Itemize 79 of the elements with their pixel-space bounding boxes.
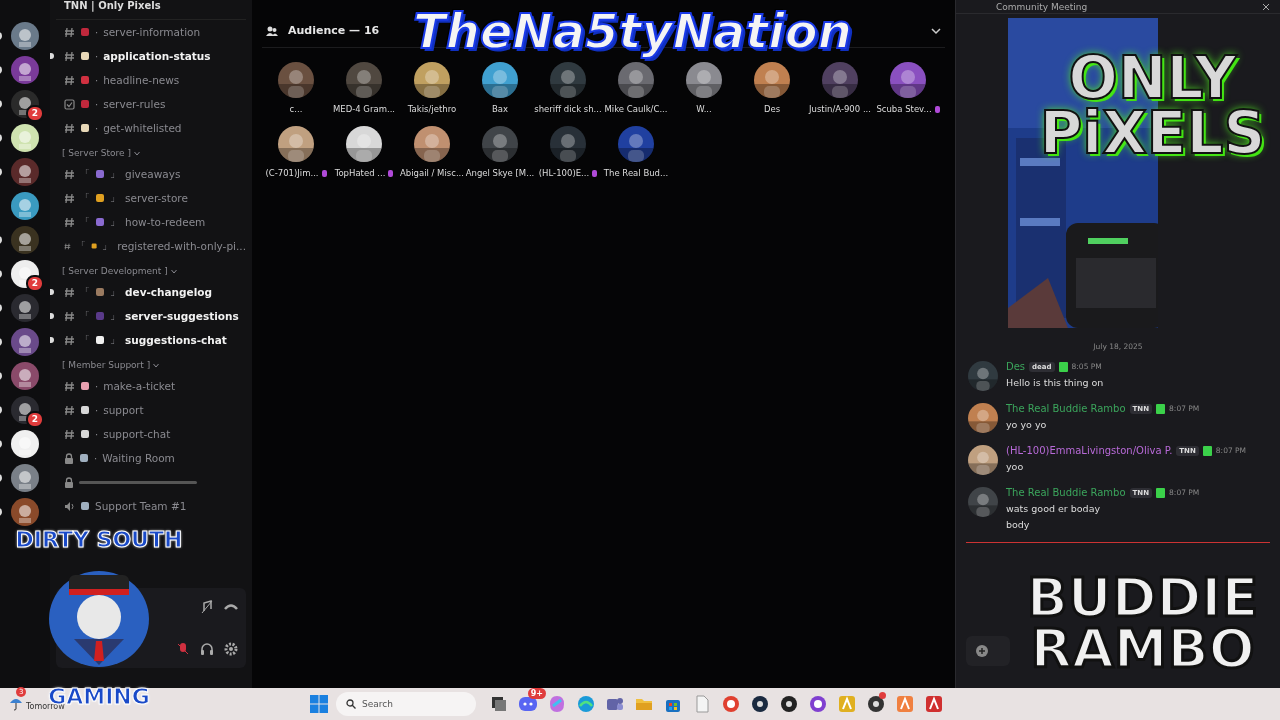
channel-name[interactable]: giveaways <box>125 168 181 180</box>
logo: BUDDIE RAMBO <box>1025 564 1260 682</box>
search-field[interactable]: Search <box>336 692 476 716</box>
category-label[interactable]: [ Server Development ] <box>62 266 168 276</box>
weather-text: Tomorrow <box>26 702 65 711</box>
member-name[interactable]: Justin/A-900 ... <box>809 104 871 114</box>
member-name[interactable]: Takis/jethro <box>407 104 457 114</box>
separator-dot: · <box>95 50 99 62</box>
bracket: 「 <box>80 333 90 347</box>
notification-badge: 9+ <box>527 688 546 699</box>
username[interactable]: The Real Buddie Rambo <box>1006 487 1126 498</box>
separator-dot: · <box>95 98 99 110</box>
member-name[interactable]: MED-4 Gram... <box>332 104 396 114</box>
channel-name[interactable]: support <box>103 404 144 416</box>
category-label[interactable]: [ Member Support ] <box>62 360 151 370</box>
bracket: 「 <box>80 167 90 181</box>
channel-name[interactable]: how-to-redeem <box>125 216 206 228</box>
channel-name[interactable]: get-whitelisted <box>103 122 182 134</box>
category-label[interactable]: [ Server Store ] <box>62 148 131 158</box>
bracket: 」 <box>110 285 120 299</box>
logo: TheNa5tyNation <box>412 4 853 60</box>
message-text: wats good er boday <box>1006 502 1102 514</box>
separator-dot: · <box>95 122 99 134</box>
member-name[interactable]: Bax <box>491 104 509 114</box>
bracket: 「 <box>80 215 90 229</box>
section-title: Audience — 16 <box>288 24 380 37</box>
separator-dot: · <box>95 404 99 416</box>
member-name[interactable]: The Real Bud... <box>603 168 669 178</box>
bracket: 」 <box>102 239 113 253</box>
message-text: Hello is this thing on <box>1006 376 1104 388</box>
member-name[interactable]: Angel Skye [M... <box>465 168 535 178</box>
bracket: 」 <box>110 333 120 347</box>
channel-name[interactable]: registered-with-only-pi... <box>117 240 246 252</box>
bracket: 「 <box>75 239 86 253</box>
username[interactable]: Des <box>1006 361 1026 372</box>
separator-dot: · <box>95 380 99 392</box>
channel-name[interactable]: server-store <box>125 192 188 204</box>
channel-name[interactable]: application-status <box>103 50 211 62</box>
separator-dot: · <box>95 428 99 440</box>
server-name[interactable]: TNN | Only Pixels <box>56 0 246 20</box>
bracket: 」 <box>110 309 120 323</box>
member-name[interactable]: (HL-100)E... <box>538 168 598 178</box>
bracket: 「 <box>80 191 90 205</box>
channel-name[interactable]: Waiting Room <box>102 452 175 464</box>
username[interactable]: (HL-100)EmmaLivingston/Oliva P. <box>1006 445 1173 456</box>
channel-name[interactable]: suggestions-chat <box>125 334 227 346</box>
message-text: yoo <box>1006 460 1025 472</box>
channel-name[interactable]: server-information <box>103 26 201 38</box>
message-text: yo yo yo <box>1006 418 1048 430</box>
bracket: 「 <box>80 309 90 323</box>
channel-title: Community Meeting <box>996 1 1088 12</box>
notification-badge: 2 <box>25 275 44 292</box>
notification-badge: 2 <box>25 411 44 428</box>
message-text: body <box>1006 518 1031 530</box>
bracket: 」 <box>110 215 120 229</box>
member-name[interactable]: Scuba Stev... <box>876 104 940 114</box>
bracket: 」 <box>110 167 120 181</box>
member-name[interactable]: (C-701)Jim... <box>265 168 327 178</box>
member-name[interactable]: Mike Caulk/C... <box>604 104 668 114</box>
notification-badge: 2 <box>25 105 44 122</box>
member-name[interactable]: c... <box>289 104 303 114</box>
bracket: 」 <box>110 191 120 205</box>
channel-name[interactable]: support-chat <box>103 428 171 440</box>
separator-dot: · <box>95 74 99 86</box>
separator-dot: · <box>95 26 99 38</box>
member-name[interactable]: W... <box>696 104 712 114</box>
bracket: 「 <box>80 285 90 299</box>
channel-name[interactable]: make-a-ticket <box>103 380 176 392</box>
channel-name[interactable]: Support Team #1 <box>95 500 187 512</box>
member-name[interactable]: Des <box>763 104 781 114</box>
separator-dot: · <box>94 452 98 464</box>
member-name[interactable]: TopHated ... <box>334 168 394 178</box>
member-name[interactable]: Abigail / Misc... <box>399 168 465 178</box>
member-name[interactable]: sheriff dick sh... <box>534 104 602 114</box>
channel-name[interactable]: server-rules <box>103 98 166 110</box>
channel-name[interactable]: server-suggestions <box>125 310 239 322</box>
username[interactable]: The Real Buddie Rambo <box>1006 403 1126 414</box>
channel-name[interactable]: dev-changelog <box>125 286 213 298</box>
channel-name[interactable]: headline-news <box>103 74 180 86</box>
